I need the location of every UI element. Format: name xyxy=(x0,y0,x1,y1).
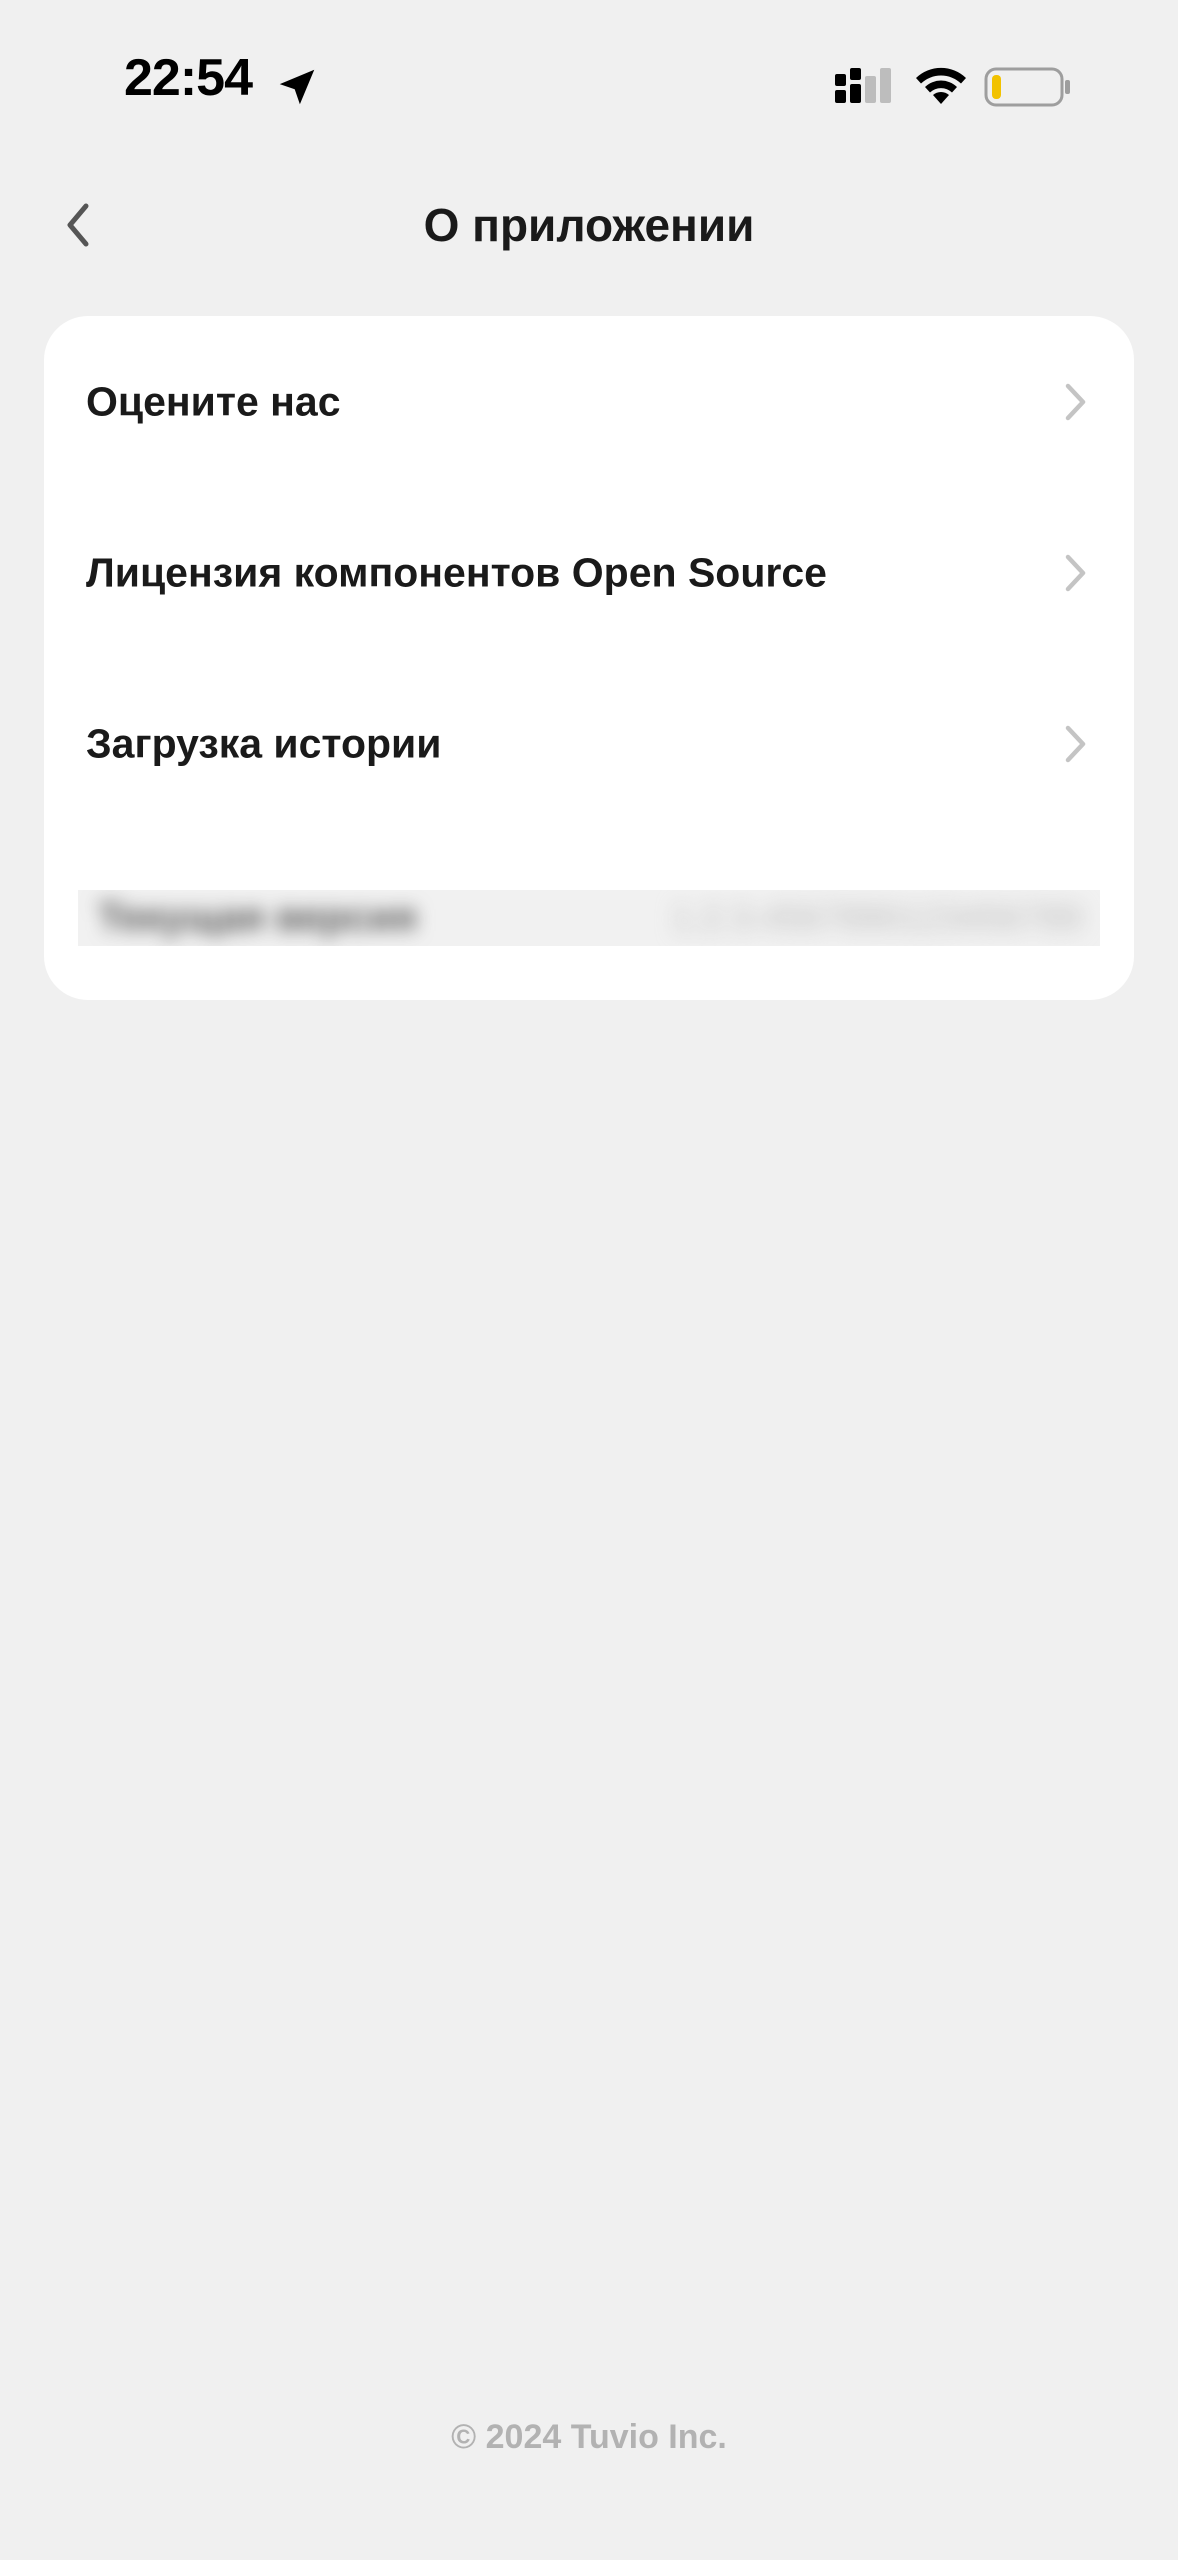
status-bar: 22:54 xyxy=(0,0,1178,150)
copyright-text: © 2024 Tuvio Inc. xyxy=(451,2418,727,2456)
open-source-licenses-label: Лицензия компонентов Open Source xyxy=(86,549,827,595)
location-arrow-icon xyxy=(279,69,315,105)
wifi-icon xyxy=(916,67,966,104)
download-history-item[interactable]: Загрузка истории xyxy=(44,658,1134,829)
cellular-signal-icon xyxy=(835,68,891,103)
battery-low-icon xyxy=(984,67,1070,107)
chevron-right-icon xyxy=(1065,554,1086,591)
version-label: Текущая версия xyxy=(98,895,417,940)
rate-us-label: Оцените нас xyxy=(86,378,341,424)
open-source-licenses-item[interactable]: Лицензия компонентов Open Source xyxy=(44,487,1134,658)
version-value: 1.2.3.4567890123456789 xyxy=(671,897,1082,938)
download-history-label: Загрузка истории xyxy=(86,720,442,766)
status-time: 22:54 xyxy=(124,49,253,107)
rate-us-item[interactable]: Оцените нас xyxy=(44,316,1134,487)
version-row: Текущая версия 1.2.3.4567890123456789 xyxy=(78,890,1100,946)
page-title: О приложении xyxy=(423,199,755,251)
about-menu-card: Оцените нас Лицензия компонентов Open So… xyxy=(44,316,1134,1000)
chevron-right-icon xyxy=(1065,383,1086,420)
navigation-bar: О приложении xyxy=(0,170,1178,280)
chevron-right-icon xyxy=(1065,725,1086,762)
